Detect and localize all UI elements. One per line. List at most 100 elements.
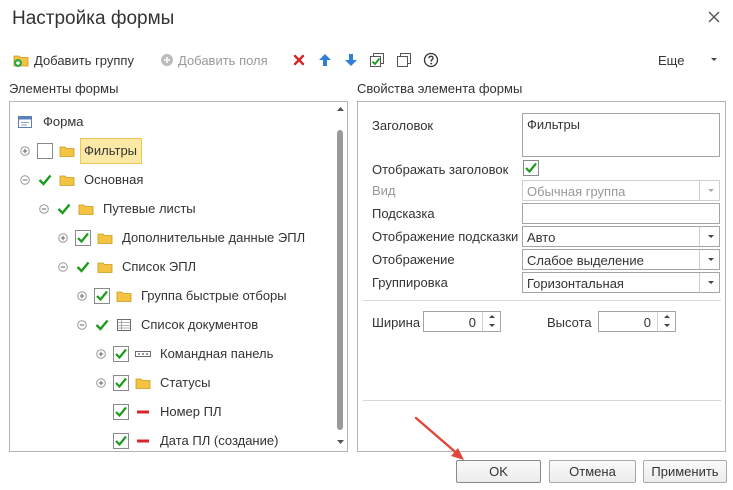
tree-checkbox[interactable] [37,143,53,159]
height-spinner[interactable] [657,312,675,331]
grouping-label: Группировка [372,275,448,290]
tree-row[interactable]: Командная панель [10,342,334,366]
collapse-icon[interactable] [39,204,49,214]
tree-checkbox[interactable] [113,346,129,362]
folder-icon [59,146,75,157]
tree-row[interactable]: Статусы [10,371,334,395]
check-all-icon[interactable] [369,52,385,68]
field-icon [137,439,149,443]
tree-checkbox[interactable] [56,201,72,217]
height-input[interactable]: 0 [598,311,676,332]
display-dropdown-button[interactable] [699,250,719,269]
add-fields-label: Добавить поля [178,52,268,68]
expand-icon[interactable] [20,146,30,156]
tree-scrollbar[interactable] [334,102,347,451]
width-spinner[interactable] [482,312,500,331]
width-value: 0 [468,315,476,330]
width-label: Ширина [372,315,421,330]
expand-icon[interactable] [96,378,106,388]
tree-row[interactable]: Список ЭПЛ [10,255,334,279]
delete-icon[interactable] [291,52,307,68]
folder-icon [116,291,132,302]
uncheck-all-icon[interactable] [396,52,412,68]
expand-icon[interactable] [77,291,87,301]
tree-row[interactable]: Форма [10,110,334,134]
move-down-icon[interactable] [343,52,359,68]
tree-row[interactable]: Дата ПЛ (создание) [10,429,334,451]
tree-row[interactable]: Дополнительные данные ЭПЛ [10,226,334,250]
hint-input[interactable] [522,203,720,224]
tree-row[interactable]: Номер ПЛ [10,400,334,424]
tree-checkbox[interactable] [75,230,91,246]
width-input[interactable]: 0 [423,311,501,332]
tree-row[interactable]: Список документов [10,313,334,337]
tree-row-label: Группа быстрые отборы [141,288,287,303]
tree-row-label: Список документов [141,317,259,332]
add-fields-button[interactable]: Добавить поля [160,51,268,69]
tree-row[interactable]: Фильтры [10,138,334,164]
right-panel-label: Свойства элемента формы [357,81,523,96]
command-bar-icon [135,351,151,357]
collapse-icon[interactable] [77,320,87,330]
height-value: 0 [643,315,651,330]
tree-checkbox[interactable] [113,433,129,449]
add-folder-icon [13,55,29,67]
kind-dropdown-button [699,181,719,200]
grouping-select[interactable]: Горизонтальная [522,272,720,293]
tree-checkbox[interactable] [37,172,53,188]
tree-checkbox[interactable] [75,259,91,275]
scroll-up-icon[interactable] [336,105,345,113]
annotation-arrow-icon [414,416,464,460]
folder-icon [135,378,151,389]
table-icon [117,319,131,331]
tree-checkbox[interactable] [94,317,110,333]
add-group-button[interactable]: Добавить группу [13,51,134,69]
tree-row-label: Основная [84,172,144,187]
properties-panel: Заголовок Фильтры Отображать заголовок В… [357,101,726,452]
tree-row-label: Список ЭПЛ [122,259,197,274]
toolbar: Добавить группу Добавить поля Еще [0,48,733,72]
collapse-icon[interactable] [58,262,68,272]
show-title-checkbox[interactable] [523,160,539,176]
left-panel-label: Элементы формы [9,81,119,96]
tree-checkbox[interactable] [113,375,129,391]
tree-row[interactable]: Путевые листы [10,197,334,221]
tree-row-label: Командная панель [160,346,274,361]
more-button[interactable]: Еще [658,51,718,69]
ok-button[interactable]: OK [456,460,541,483]
tree-row-label: Фильтры [84,143,138,158]
tree-row-label: Дополнительные данные ЭПЛ [122,230,306,245]
title-label: Заголовок [372,118,434,133]
display-label: Отображение [372,252,455,267]
tree-checkbox[interactable] [94,288,110,304]
close-icon[interactable] [706,9,722,25]
kind-value: Обычная группа [527,184,626,199]
form-elements-tree[interactable]: Форма Фильтры Основная Путевые листы Дополни… [9,101,348,452]
chevron-down-icon [711,58,718,61]
display-select[interactable]: Слабое выделение [522,249,720,270]
cancel-button[interactable]: Отмена [549,460,636,483]
folder-icon [97,233,113,244]
move-up-icon[interactable] [317,52,333,68]
folder-icon [59,175,75,186]
divider [363,300,721,301]
grouping-value: Горизонтальная [527,276,624,291]
tree-row-label: Статусы [160,375,211,390]
hint-display-dropdown-button[interactable] [699,227,719,246]
title-field[interactable]: Фильтры [522,113,720,157]
hint-display-select[interactable]: Авто [522,226,720,247]
help-icon[interactable] [423,52,439,68]
expand-icon[interactable] [96,349,106,359]
tree-checkbox[interactable] [113,404,129,420]
collapse-icon[interactable] [20,175,30,185]
grouping-dropdown-button[interactable] [699,273,719,292]
tree-row[interactable]: Группа быстрые отборы [10,284,334,308]
add-group-label: Добавить группу [34,52,134,68]
tree-row-label: Форма [43,114,84,129]
tree-row[interactable]: Основная [10,168,334,192]
apply-button[interactable]: Применить [643,460,727,483]
scroll-thumb[interactable] [337,130,343,430]
divider-bottom [363,400,721,401]
scroll-down-icon[interactable] [336,438,345,446]
expand-icon[interactable] [58,233,68,243]
